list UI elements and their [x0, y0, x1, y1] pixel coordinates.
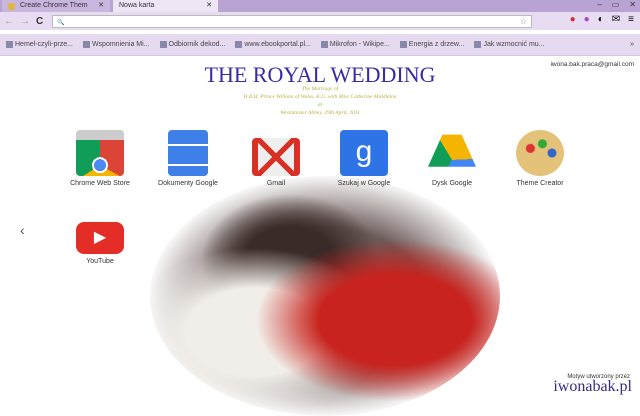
bookmark[interactable]: Odbiornik dekod... [159, 41, 226, 48]
tab-create-theme[interactable]: Create Chrome Them ✕ [2, 0, 110, 12]
bookmark-icon [474, 41, 482, 48]
page-title: THE ROYAL WEDDING [204, 62, 436, 87]
app-label: Szukaj w Google [337, 180, 391, 187]
new-tab-page: THE ROYAL WEDDING The Marriage of H.R.H.… [0, 56, 640, 416]
bookmark[interactable]: Mikrofon - Wikipe... [320, 41, 390, 48]
theme-author-link[interactable]: iwonabak.pl [553, 378, 632, 396]
tab-favicon-icon [8, 3, 15, 10]
bookmark[interactable]: Hemel-czyli-prze... [6, 41, 73, 48]
subtitle: H.R.H. Prince William of Wales, K.G. wit… [243, 94, 397, 100]
bookmark-label: Wspomnienia Mi... [91, 41, 150, 48]
app-gmail[interactable]: Gmail [236, 130, 316, 187]
bookmark-label: Energia z drzew... [408, 41, 465, 48]
bookmark-icon [82, 41, 90, 48]
bookmark-icon [320, 41, 328, 48]
search-icon: 🔍 [57, 20, 65, 26]
bookmark[interactable]: Wspomnienia Mi... [82, 41, 150, 48]
prev-page-arrow[interactable]: ‹ [20, 222, 25, 238]
tab-label: Nowa karta [119, 2, 155, 9]
app-label: Chrome Web Store [70, 180, 130, 187]
app-google-search[interactable]: g Szukaj w Google [324, 130, 404, 187]
bookmark-label: Jak wzmocnić mu... [483, 41, 545, 48]
bookmark-label: Mikrofon - Wikipe... [329, 41, 390, 48]
google-docs-icon [168, 130, 208, 176]
app-youtube[interactable]: ▶ YouTube [60, 218, 140, 265]
paint-palette-icon [516, 130, 564, 176]
back-button[interactable]: ← [4, 16, 14, 27]
app-label: Gmail [266, 180, 286, 187]
address-bar[interactable]: 🔍 ☆ [52, 15, 532, 28]
bookmark-icon [6, 41, 13, 48]
app-label: Dokumenty Google [158, 180, 218, 187]
extension-icon[interactable]: ● [584, 14, 590, 25]
bookmark-label: Hemel-czyli-prze... [15, 41, 73, 48]
bookmark-icon [399, 41, 407, 48]
minimize-button[interactable]: – [597, 0, 601, 9]
app-theme-creator[interactable]: Theme Creator [500, 130, 580, 187]
app-label: YouTube [86, 258, 114, 265]
extension-icon[interactable]: ● [570, 14, 576, 25]
extension-icon[interactable]: ◐ [598, 14, 604, 25]
google-drive-icon [428, 134, 476, 167]
bookmark-label: Odbiornik dekod... [168, 41, 226, 48]
more-bookmarks-button[interactable]: » [630, 41, 634, 48]
tab-new-tab[interactable]: Nowa karta ✕ [113, 0, 218, 12]
app-google-drive[interactable]: Dysk Google [412, 130, 492, 187]
google-search-icon: g [340, 130, 388, 176]
menu-icon[interactable]: ≡ [628, 14, 634, 25]
subtitle: at [317, 102, 323, 108]
app-label: Dysk Google [431, 180, 473, 187]
app-label: Theme Creator [516, 180, 564, 187]
extension-icon[interactable]: ✉ [612, 14, 620, 25]
wedding-photo [150, 176, 500, 416]
bookmark-label: www.ebookportal.pl... [244, 41, 311, 48]
bookmark[interactable]: Jak wzmocnić mu... [474, 41, 545, 48]
toolbar: ← → C 🔍 ☆ ● ● ◐ ✉ ≡ [0, 12, 640, 30]
app-chrome-web-store[interactable]: Chrome Web Store [60, 130, 140, 187]
bookmark-star-icon[interactable]: ☆ [520, 16, 527, 27]
reload-button[interactable]: C [36, 16, 43, 27]
gmail-icon [252, 138, 300, 176]
bookmark-icon [159, 41, 167, 48]
youtube-icon: ▶ [76, 222, 124, 254]
tab-label: Create Chrome Them [20, 2, 88, 9]
bookmark[interactable]: www.ebookportal.pl... [235, 41, 311, 48]
close-tab-icon[interactable]: ✕ [206, 0, 212, 12]
subtitle: The Marriage of [301, 86, 339, 92]
subtitle: Westminster Abbey, 29th April, 2011 [280, 110, 360, 116]
chrome-web-store-icon [76, 130, 124, 176]
forward-button[interactable]: → [20, 16, 30, 27]
close-tab-icon[interactable]: ✕ [98, 0, 104, 12]
maximize-button[interactable]: ▭ [612, 0, 620, 9]
bookmarks-bar: Hemel-czyli-prze... Wspomnienia Mi... Od… [0, 34, 640, 56]
app-google-docs[interactable]: Dokumenty Google [148, 130, 228, 187]
bookmark[interactable]: Energia z drzew... [399, 41, 465, 48]
close-window-button[interactable]: ✕ [629, 0, 636, 9]
bookmark-icon [235, 41, 243, 48]
title-bar: Create Chrome Them ✕ Nowa karta ✕ – ▭ ✕ [0, 0, 640, 12]
user-email[interactable]: iwona.bak.praca@gmail.com [550, 61, 634, 68]
